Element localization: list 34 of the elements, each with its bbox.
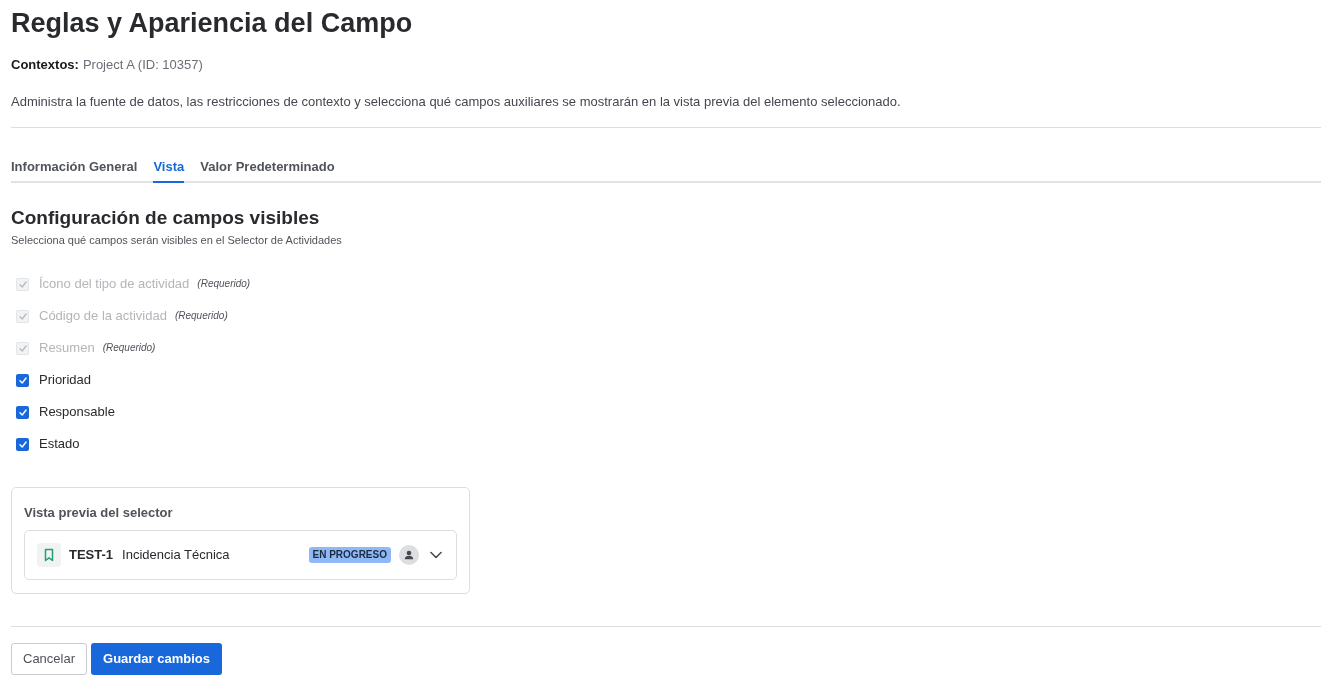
checkbox-label: Prioridad bbox=[39, 371, 92, 389]
checkbox[interactable] bbox=[16, 405, 29, 419]
check-icon bbox=[18, 408, 27, 416]
status-badge: EN PROGRESO bbox=[308, 547, 391, 563]
tab[interactable]: Información General bbox=[11, 157, 138, 183]
check-icon bbox=[18, 440, 27, 448]
checkbox-label: Estado bbox=[39, 435, 80, 453]
save-button[interactable]: Guardar cambios bbox=[91, 643, 222, 675]
checkbox-label: Ícono del tipo de actividad bbox=[39, 275, 190, 293]
checkbox[interactable] bbox=[16, 437, 29, 451]
context-label: Contextos: bbox=[11, 56, 79, 74]
activity-summary: Incidencia Técnica bbox=[122, 546, 230, 565]
tab[interactable]: Valor Predeterminado bbox=[200, 157, 335, 183]
checkbox-label: Resumen bbox=[39, 339, 95, 357]
required-note: (Requerido) bbox=[174, 309, 228, 323]
checkbox[interactable] bbox=[16, 373, 29, 387]
section-title: Configuración de campos visibles bbox=[11, 206, 321, 230]
check-icon bbox=[18, 376, 27, 384]
activity-selector[interactable]: TEST-1 Incidencia Técnica EN PROGRESO bbox=[24, 530, 457, 580]
cancel-button[interactable]: Cancelar bbox=[11, 643, 88, 675]
page-title: Reglas y Apariencia del Campo bbox=[11, 7, 414, 40]
avatar-icon bbox=[399, 545, 419, 565]
page-description: Administra la fuente de datos, las restricciones de contexto y selecciona qué campos auxiliares se mostrarán en la vista previa del elemento seleccionado. bbox=[11, 93, 902, 111]
checkbox-label: Responsable bbox=[39, 403, 115, 421]
chevron-down-icon bbox=[430, 551, 442, 559]
section-subtitle: Selecciona qué campos serán visibles en el Selector de Actividades bbox=[11, 233, 343, 248]
bookmark-icon bbox=[37, 543, 61, 567]
preview-title: Vista previa del selector bbox=[24, 504, 174, 522]
context-value: Project A (ID: 10357) bbox=[82, 56, 203, 74]
required-note: (Requerido) bbox=[102, 341, 156, 355]
tab[interactable]: Vista bbox=[153, 157, 185, 183]
activity-key: TEST-1 bbox=[69, 545, 114, 565]
checkbox-label: Código de la actividad bbox=[39, 307, 167, 325]
required-note: (Requerido) bbox=[197, 277, 251, 291]
